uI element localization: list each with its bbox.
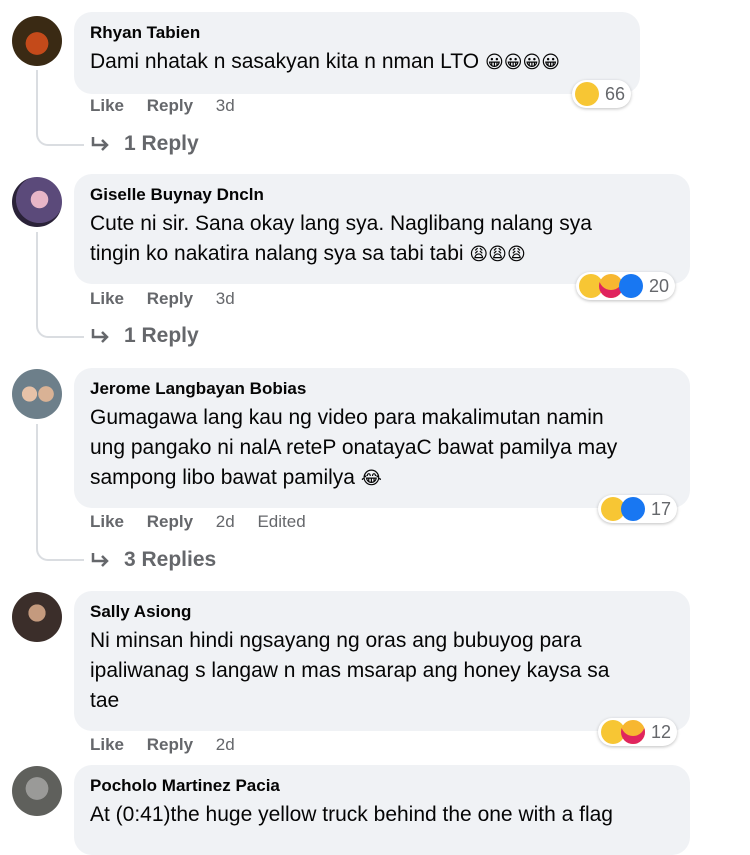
- reply-button[interactable]: Reply: [147, 96, 193, 115]
- reaction-count: 20: [649, 275, 670, 296]
- comment-bubble: Jerome Langbayan Bobias Gumagawa lang ka…: [74, 368, 690, 508]
- avatar[interactable]: [12, 766, 62, 816]
- reaction-count: 12: [651, 721, 672, 742]
- avatar[interactable]: [12, 369, 62, 419]
- like-reaction-icon: [621, 497, 645, 521]
- view-replies-button[interactable]: 3 Replies: [90, 548, 216, 572]
- reaction-count: 17: [651, 498, 672, 519]
- reaction-count: 66: [605, 83, 626, 104]
- edited-label[interactable]: Edited: [257, 512, 305, 531]
- inline-emoji: 😩😩😩: [469, 244, 526, 264]
- timestamp[interactable]: 2d: [216, 512, 235, 531]
- comment-bubble: Rhyan Tabien Dami nhatak n sasakyan kita…: [74, 12, 640, 94]
- inline-emoji: 😂: [360, 468, 382, 488]
- avatar[interactable]: [12, 177, 62, 227]
- commenter-name[interactable]: Jerome Langbayan Bobias: [90, 378, 674, 400]
- thread-line: [36, 232, 84, 338]
- avatar[interactable]: [12, 16, 62, 66]
- reaction-summary[interactable]: 17: [598, 495, 678, 523]
- reply-button[interactable]: Reply: [147, 512, 193, 531]
- timestamp[interactable]: 3d: [216, 289, 235, 308]
- commenter-name[interactable]: Sally Asiong: [90, 601, 674, 623]
- comment-text: Ni minsan hindi ngsayang ng oras ang bub…: [90, 629, 610, 712]
- comment-text: Cute ni sir. Sana okay lang sya. Nagliba…: [90, 212, 592, 265]
- timestamp[interactable]: 2d: [216, 735, 235, 754]
- comment-text: At (0:41)the huge yellow truck behind th…: [90, 803, 613, 826]
- comment-text: Dami nhatak n sasakyan kita n nman LTO 😀…: [90, 50, 560, 73]
- comment-actions: Like Reply 3d: [90, 289, 253, 309]
- reaction-summary[interactable]: 12: [598, 718, 678, 746]
- like-reaction-icon: [619, 274, 643, 298]
- comment-bubble: Giselle Buynay Dncln Cute ni sir. Sana o…: [74, 174, 690, 284]
- reaction-summary[interactable]: 20: [576, 272, 676, 300]
- like-button[interactable]: Like: [90, 289, 124, 308]
- commenter-name[interactable]: Rhyan Tabien: [90, 22, 624, 44]
- view-replies-button[interactable]: 1 Reply: [90, 132, 199, 156]
- thread-line: [36, 70, 84, 146]
- timestamp[interactable]: 3d: [216, 96, 235, 115]
- inline-emoji: 😀😀😀😀: [484, 52, 560, 72]
- reply-arrow-icon: [91, 553, 109, 567]
- commenter-name[interactable]: Pocholo Martinez Pacia: [90, 775, 674, 797]
- comment-actions: Like Reply 2d: [90, 735, 253, 755]
- like-button[interactable]: Like: [90, 96, 124, 115]
- comment-text: Gumagawa lang kau ng video para makalimu…: [90, 406, 618, 489]
- like-button[interactable]: Like: [90, 735, 124, 754]
- reaction-summary[interactable]: 66: [572, 80, 632, 108]
- reply-button[interactable]: Reply: [147, 735, 193, 754]
- haha-reaction-icon: [575, 82, 599, 106]
- avatar[interactable]: [12, 592, 62, 642]
- comment-bubble: Pocholo Martinez Pacia At (0:41)the huge…: [74, 765, 690, 855]
- reply-button[interactable]: Reply: [147, 289, 193, 308]
- commenter-name[interactable]: Giselle Buynay Dncln: [90, 184, 674, 206]
- care-reaction-icon: [621, 720, 645, 744]
- comment-actions: Like Reply 3d: [90, 96, 253, 116]
- comment-actions: Like Reply 2d Edited: [90, 512, 324, 532]
- thread-line: [36, 424, 84, 561]
- comment-bubble: Sally Asiong Ni minsan hindi ngsayang ng…: [74, 591, 690, 731]
- reply-arrow-icon: [91, 329, 109, 343]
- view-replies-button[interactable]: 1 Reply: [90, 324, 199, 348]
- reply-arrow-icon: [91, 137, 109, 151]
- like-button[interactable]: Like: [90, 512, 124, 531]
